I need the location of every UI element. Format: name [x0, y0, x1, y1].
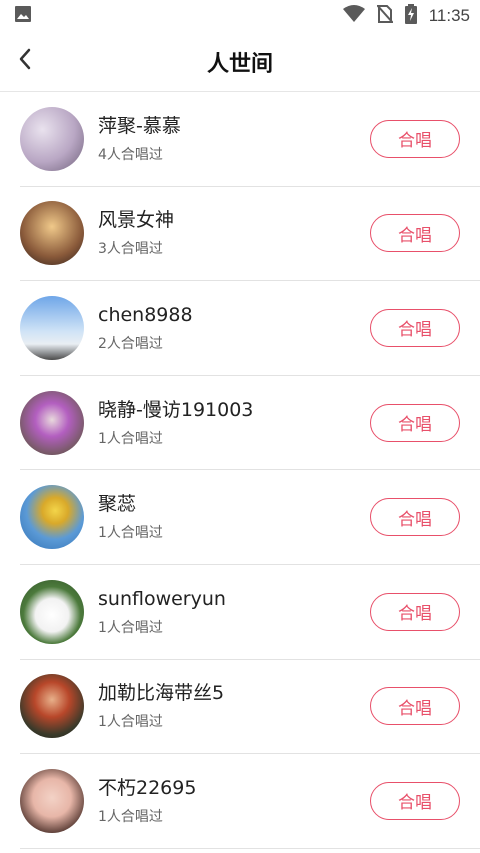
- status-left: [14, 5, 32, 27]
- chorus-button[interactable]: 合唱: [370, 687, 460, 726]
- avatar[interactable]: [20, 674, 84, 739]
- avatar[interactable]: [20, 106, 84, 171]
- list-item[interactable]: chen8988 2人合唱过 合唱: [20, 281, 480, 376]
- avatar[interactable]: [20, 579, 84, 644]
- chorus-button[interactable]: 合唱: [370, 119, 460, 158]
- battery-charging-icon: [404, 4, 417, 28]
- user-list: 萍聚-慕慕 4人合唱过 合唱 风景女神 3人合唱过 合唱 chen8988 2人…: [0, 92, 480, 849]
- chorus-button[interactable]: 合唱: [370, 781, 460, 820]
- chorus-button[interactable]: 合唱: [370, 308, 460, 347]
- page-title: 人世间: [206, 51, 273, 77]
- list-item[interactable]: 聚蕊 1人合唱过 合唱: [20, 470, 480, 565]
- chorus-button[interactable]: 合唱: [370, 592, 460, 631]
- image-icon: [14, 5, 32, 27]
- avatar[interactable]: [20, 768, 84, 833]
- status-time: 11:35: [428, 6, 470, 25]
- back-button[interactable]: [10, 46, 40, 76]
- list-item[interactable]: 萍聚-慕慕 4人合唱过 合唱: [20, 92, 480, 187]
- list-item[interactable]: 加勒比海带丝5 1人合唱过 合唱: [20, 660, 480, 755]
- avatar[interactable]: [20, 390, 84, 455]
- status-right: 11:35: [342, 4, 470, 28]
- avatar[interactable]: [20, 485, 84, 550]
- chorus-button[interactable]: 合唱: [370, 214, 460, 253]
- list-item[interactable]: 风景女神 3人合唱过 合唱: [20, 187, 480, 282]
- avatar[interactable]: [20, 295, 84, 360]
- status-bar: 11:35: [0, 0, 480, 32]
- list-item[interactable]: 不朽22695 1人合唱过 合唱: [20, 754, 480, 849]
- list-item[interactable]: 晓静-慢访191003 1人合唱过 合唱: [20, 376, 480, 471]
- chorus-button[interactable]: 合唱: [370, 403, 460, 442]
- no-sim-icon: [375, 4, 394, 27]
- list-item[interactable]: sunfloweryun 1人合唱过 合唱: [20, 565, 480, 660]
- app-header: 人世间: [0, 32, 480, 92]
- chevron-left-icon: [17, 47, 33, 75]
- avatar[interactable]: [20, 201, 84, 266]
- wifi-icon: [342, 5, 365, 27]
- chorus-button[interactable]: 合唱: [370, 498, 460, 537]
